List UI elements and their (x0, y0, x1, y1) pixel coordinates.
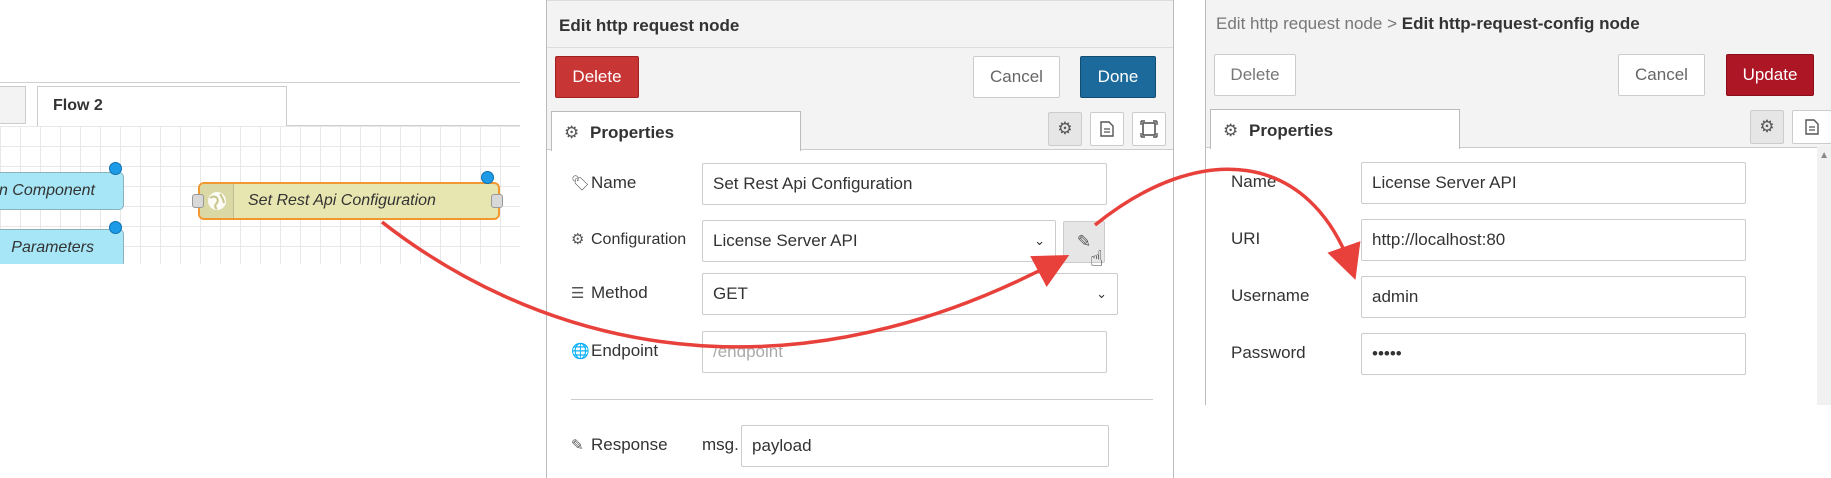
file-icon[interactable] (1090, 112, 1124, 146)
response-label: ✎ Response (571, 435, 668, 454)
editor-title-bar: Edit http request node > Edit http-reque… (1206, 0, 1831, 46)
divider (571, 399, 1153, 400)
method-select[interactable]: GET ⌄ (702, 273, 1118, 315)
config-name-input[interactable]: License Server API (1361, 162, 1746, 204)
editor-title-bar: Edit http request node (547, 0, 1173, 48)
edit-icon: ✎ (571, 437, 584, 454)
configuration-label: ⚙ Configuration (571, 231, 687, 248)
pencil-icon: ✎ (1076, 232, 1092, 251)
flow-canvas: Flow 2 n Component Parameters Set Rest A… (0, 0, 520, 478)
node-parameters-label: Parameters (11, 239, 94, 256)
response-input[interactable]: payload (741, 425, 1109, 467)
delete-button[interactable]: Delete (555, 56, 639, 98)
list-icon: ☰ (571, 285, 585, 302)
endpoint-input[interactable]: /endpoint (702, 331, 1107, 373)
tag-icon: 🏷 (571, 175, 591, 192)
breadcrumb-separator: > (1387, 14, 1398, 33)
node-component-label: n Component (0, 182, 95, 199)
gear-icon: ⚙ (1223, 121, 1239, 140)
done-button[interactable]: Done (1080, 56, 1156, 98)
edit-http-request-config-panel: Edit http request node > Edit http-reque… (1205, 0, 1831, 405)
gear-icon: ⚙ (564, 123, 580, 142)
cancel-button[interactable]: Cancel (1618, 54, 1705, 96)
tab-properties[interactable]: ⚙ Properties (551, 111, 801, 151)
response-prefix: msg. (702, 435, 739, 454)
node-component[interactable]: n Component (0, 172, 124, 210)
breadcrumb: Edit http request node > Edit http-reque… (1216, 14, 1640, 34)
name-label: 🏷Name (571, 173, 637, 192)
password-label: Password (1231, 343, 1306, 362)
editor-toolbar: Delete Cancel Update (1206, 46, 1831, 106)
username-input[interactable]: admin (1361, 276, 1746, 318)
configuration-select[interactable]: License Server API ⌄ (702, 220, 1056, 262)
edit-http-request-panel: Edit http request node Delete Cancel Don… (546, 0, 1174, 478)
password-input[interactable]: ••••• (1361, 333, 1746, 375)
breadcrumb-current: Edit http-request-config node (1401, 14, 1640, 33)
scrollbar[interactable] (1817, 146, 1831, 405)
tab-properties-label: Properties (590, 123, 675, 142)
name-input[interactable]: Set Rest Api Configuration (702, 163, 1107, 205)
globe-icon: 🌐 (571, 343, 590, 360)
scroll-up-icon[interactable]: ▲ (1819, 150, 1829, 161)
method-label: ☰ Method (571, 283, 648, 302)
gear-icon[interactable]: ⚙ (1048, 112, 1082, 146)
globe-icon (200, 184, 234, 218)
uri-input[interactable]: http://localhost:80 (1361, 219, 1746, 261)
gear-icon[interactable]: ⚙ (1750, 110, 1784, 144)
node-status-dot (109, 162, 122, 175)
flow-tab-label: Flow 2 (53, 97, 103, 114)
username-label: Username (1231, 286, 1310, 305)
editor-toolbar: Delete Cancel Done (547, 48, 1173, 108)
breadcrumb-parent[interactable]: Edit http request node (1216, 14, 1382, 33)
cancel-button[interactable]: Cancel (973, 56, 1060, 98)
node-status-dot (109, 221, 122, 234)
editor-title: Edit http request node (559, 16, 740, 35)
editor-tabstrip: ⚙ Properties ⚙ (547, 108, 1173, 151)
uri-label: URI (1231, 229, 1261, 248)
tab-properties-label: Properties (1249, 121, 1334, 140)
node-output-port[interactable] (491, 194, 503, 208)
tab-properties[interactable]: ⚙ Properties (1210, 109, 1460, 149)
node-input-port[interactable] (192, 194, 204, 208)
cog-icon: ⚙ (571, 231, 585, 248)
file-icon[interactable] (1792, 110, 1831, 144)
update-button[interactable]: Update (1726, 54, 1814, 96)
tab-previous[interactable] (0, 86, 26, 124)
delete-button[interactable]: Delete (1214, 54, 1296, 96)
node-set-rest-api-configuration[interactable]: Set Rest Api Configuration (198, 182, 500, 220)
endpoint-label: 🌐Endpoint (571, 341, 659, 360)
hand-pointer-icon: ☝ (1090, 246, 1104, 271)
chevron-down-icon: ⌄ (1096, 286, 1107, 301)
node-parameters[interactable]: Parameters (0, 229, 124, 267)
tabbar-divider (0, 82, 520, 83)
node-status-dot (481, 171, 494, 184)
frame-icon[interactable] (1132, 112, 1166, 146)
chevron-down-icon: ⌄ (1034, 233, 1045, 248)
node-set-rest-label: Set Rest Api Configuration (248, 192, 436, 209)
tab-flow-2[interactable]: Flow 2 (37, 86, 287, 126)
config-name-label: Name (1231, 172, 1277, 191)
editor-tabstrip: ⚙ Properties ⚙ (1206, 106, 1831, 149)
